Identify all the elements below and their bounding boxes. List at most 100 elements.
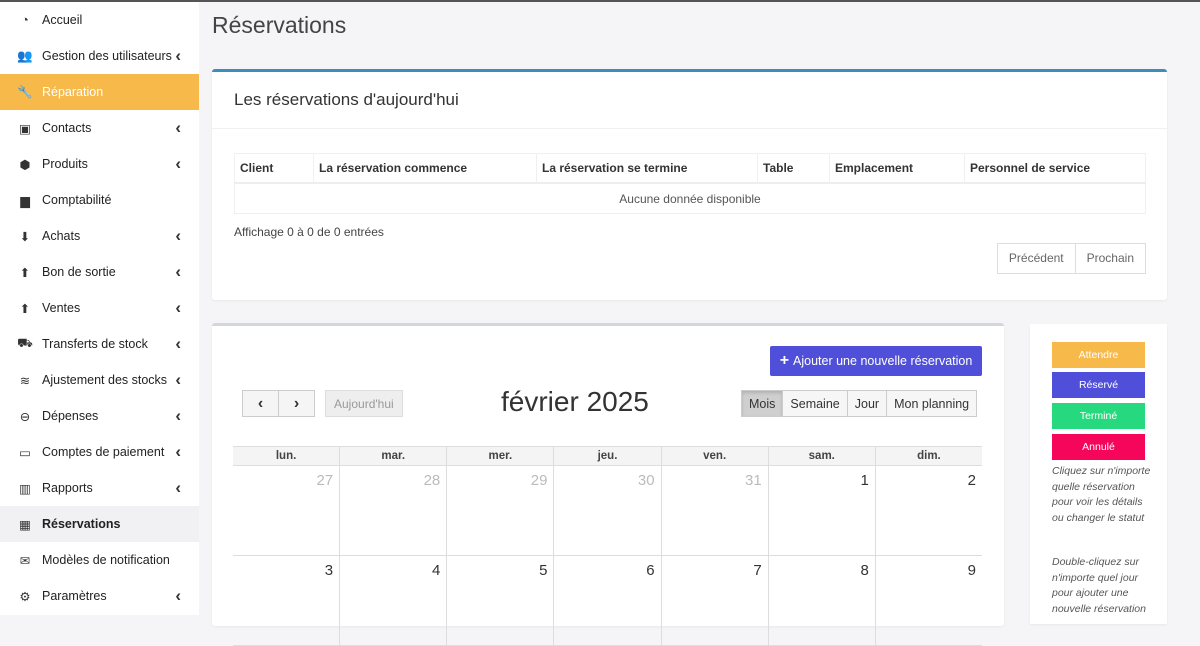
calendar-day-cell[interactable]: 8: [767, 556, 875, 645]
plus-icon: +: [779, 352, 790, 369]
calendar-day-cell[interactable]: 28: [339, 466, 446, 555]
sidebar-item-accueil[interactable]: ◔ Accueil: [0, 2, 199, 38]
weekday-label: mar.: [339, 447, 446, 465]
calendar-day-cell[interactable]: 6: [553, 556, 660, 645]
chevron-left-icon: ‹: [175, 118, 181, 137]
money-icon: ▭: [19, 445, 31, 460]
calendar-week-row: 27 28 29 30 31 1 2: [233, 466, 982, 556]
cubes-icon: ⬢: [19, 157, 31, 172]
calendar-day-cell[interactable]: 30: [553, 466, 660, 555]
truck-icon: ⛟: [17, 336, 33, 350]
sidebar-item-label: Bon de sortie: [42, 265, 116, 279]
sidebar-item-ajustement-des-stocks[interactable]: ≋ Ajustement des stocks ‹: [0, 362, 199, 398]
calendar-day-cell[interactable]: 31: [660, 466, 768, 555]
calendar-check-icon: ▦: [19, 517, 31, 532]
chevron-left-icon: ‹: [175, 154, 181, 173]
chevron-left-icon: ‹: [175, 370, 181, 389]
add-reservation-label: Ajouter une nouvelle réservation: [793, 354, 973, 368]
next-month-button[interactable]: ›: [279, 390, 315, 417]
column-header-end[interactable]: La réservation se termine: [536, 153, 758, 184]
sidebar-item-label: Paramètres: [42, 589, 107, 603]
sidebar-item-label: Comptabilité: [42, 193, 112, 207]
view-button-2[interactable]: Jour: [847, 390, 888, 417]
weekday-label: lun.: [275, 450, 297, 462]
sidebar-item-parametres[interactable]: ⚙ Paramètres ‹: [0, 578, 199, 614]
column-header-staff[interactable]: Personnel de service: [964, 153, 1146, 184]
arrow-circle-down-icon: ⬇: [19, 229, 31, 244]
calendar-day-cell[interactable]: 3: [233, 556, 339, 645]
legend-status-2: Terminé: [1052, 403, 1145, 429]
weekday-header: lun. mar. mer. jeu. ven. sam. dim.: [233, 446, 982, 466]
column-header-location[interactable]: Emplacement: [829, 153, 965, 184]
chevron-left-icon: ‹: [175, 478, 181, 497]
sidebar-item-ventes[interactable]: ⬆ Ventes ‹: [0, 290, 199, 326]
sidebar-item-rapports[interactable]: ▥ Rapports ‹: [0, 470, 199, 506]
chevron-left-icon: ‹: [175, 46, 181, 65]
sidebar-item-label: Ventes: [42, 301, 81, 315]
sidebar-item-comptabilite[interactable]: ▆ Comptabilité: [0, 182, 199, 218]
calendar-grid: lun. mar. mer. jeu. ven. sam. dim. 27 28 29 30 31 1…: [233, 446, 982, 646]
calendar-title: février 2025: [501, 386, 649, 417]
chevron-left-icon: ‹: [175, 442, 181, 461]
arrow-circle-up-icon: ⬆: [19, 301, 31, 316]
wrench-icon: 🔧: [17, 84, 33, 99]
view-button-3[interactable]: Mon planning: [887, 390, 978, 417]
sidebar-item-label: Rapports: [42, 481, 93, 495]
sidebar-item-reservations[interactable]: ▦ Réservations: [0, 506, 199, 542]
calendar-day-cell[interactable]: 1: [767, 466, 875, 555]
view-button-0[interactable]: Mois: [741, 390, 784, 417]
cog-icon: ⚙: [19, 589, 31, 604]
sidebar-item-label: Achats: [42, 229, 81, 243]
sidebar-item-contacts[interactable]: ▣ Contacts ‹: [0, 110, 199, 146]
sidebar-item-label: Gestion des utilisateurs: [42, 49, 172, 63]
todays-reservations-box: Les réservations d'aujourd'hui Client La…: [212, 69, 1167, 300]
legend-status-1: Réservé: [1052, 372, 1145, 398]
sidebar-item-depenses[interactable]: ⊖ Dépenses ‹: [0, 398, 199, 434]
sidebar-item-comptes-de-paiement[interactable]: ▭ Comptes de paiement ‹: [0, 434, 199, 470]
calendar-day-cell[interactable]: 7: [660, 556, 768, 645]
view-button-1[interactable]: Semaine: [783, 390, 848, 417]
calendar-day-cell[interactable]: 5: [446, 556, 553, 645]
sidebar-item-produits[interactable]: ⬢ Produits ‹: [0, 146, 199, 182]
sidebar-item-label: Modèles de notification: [42, 553, 170, 567]
chevron-left-icon: ‹: [175, 406, 181, 425]
calendar-day-cell[interactable]: 27: [233, 466, 339, 555]
calendar-day-cell[interactable]: 2: [874, 466, 982, 555]
sidebar-item-label: Comptes de paiement: [42, 445, 165, 459]
database-icon: ≋: [19, 373, 31, 388]
page-title: Réservations: [212, 12, 347, 38]
minus-circle-icon: ⊖: [19, 409, 31, 424]
column-header-client[interactable]: Client: [234, 153, 314, 184]
book-icon: ▆: [20, 193, 30, 208]
sidebar-item-modeles-de-notification[interactable]: ✉ Modèles de notification: [0, 542, 199, 578]
dashboard-icon: ◔: [21, 13, 29, 27]
sidebar-item-gestion-des-utilisateurs[interactable]: 👥 Gestion des utilisateurs ‹: [0, 38, 199, 74]
sidebar-item-bon-de-sortie[interactable]: ⬆ Bon de sortie ‹: [0, 254, 199, 290]
bar-chart-icon: ▥: [19, 481, 31, 496]
empty-table-message: Aucune donnée disponible: [234, 182, 1146, 214]
sidebar-item-transferts-de-stock[interactable]: ⛟ Transferts de stock ‹: [0, 326, 199, 362]
table-row: Aucune donnée disponible: [234, 182, 1146, 214]
column-header-table[interactable]: Table: [757, 153, 830, 184]
calendar-day-cell[interactable]: 29: [446, 466, 553, 555]
legend-status-3: Annulé: [1052, 434, 1145, 460]
users-icon: 👥: [17, 48, 33, 63]
sidebar-item-label: Transferts de stock: [42, 337, 148, 351]
chevron-left-icon: ‹: [175, 262, 181, 281]
chevron-left-icon: ‹: [175, 298, 181, 317]
divider: [212, 128, 1167, 129]
calendar-day-cell[interactable]: 4: [339, 556, 446, 645]
add-reservation-button[interactable]: + Ajouter une nouvelle réservation: [770, 346, 982, 376]
legend-note-dblclick: Double-cliquez sur n'importe quel jour p…: [1052, 556, 1146, 615]
previous-page-button[interactable]: Précédent: [996, 243, 1076, 274]
weekday-label: dim.: [874, 447, 982, 465]
next-page-button[interactable]: Prochain: [1075, 243, 1146, 274]
sidebar-item-achats[interactable]: ⬇ Achats ‹: [0, 218, 199, 254]
calendar-day-cell[interactable]: 9: [874, 556, 982, 645]
sidebar-item-label: Contacts: [42, 121, 92, 135]
today-button[interactable]: Aujourd'hui: [325, 390, 403, 417]
table-header-row: Client La réservation commence La réserv…: [234, 153, 1146, 184]
prev-month-button[interactable]: ‹: [242, 390, 279, 417]
column-header-start[interactable]: La réservation commence: [313, 153, 537, 184]
sidebar-item-reparation[interactable]: 🔧 Réparation: [0, 74, 199, 110]
